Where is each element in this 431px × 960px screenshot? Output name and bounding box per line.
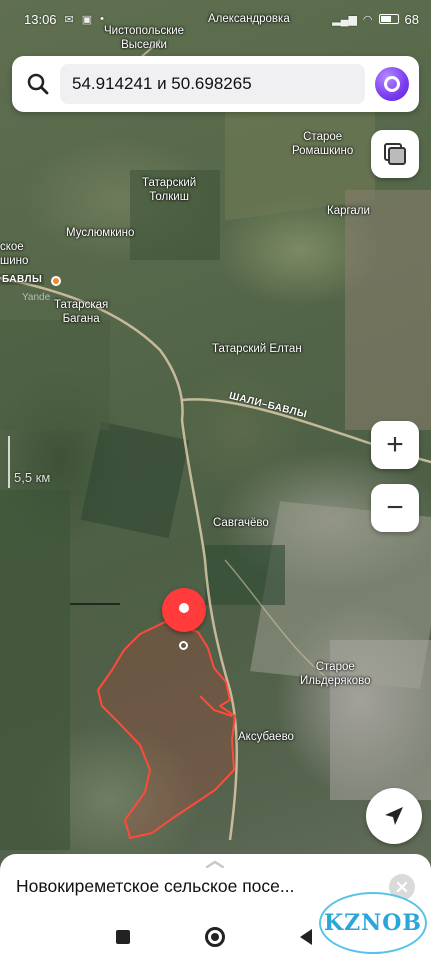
point-anchor [179,641,188,650]
minus-icon: − [386,491,404,524]
scale-label: 5,5 км [14,470,51,485]
search-bar[interactable]: 54.914241 и 50.698265 [12,56,419,112]
battery-fill [380,16,391,22]
place-label[interactable]: Муслюмкино [66,226,134,240]
message-icon: ✉ [64,13,74,26]
map-watermark: Yande [22,292,51,303]
layers-icon [384,143,406,165]
place-label[interactable]: Аксубаево [238,730,294,744]
wifi-icon: ◠ [362,13,373,26]
alice-icon [384,76,400,92]
zoom-out-button[interactable]: − [371,484,419,532]
clock: 13:06 [24,11,57,27]
search-input[interactable]: 54.914241 и 50.698265 [60,64,365,104]
recent-apps-icon[interactable] [116,930,130,944]
my-location-button[interactable] [366,788,422,844]
status-bar: 13:06 ✉ ▣ • ▂▄▆ ◠ 68 [0,0,431,38]
location-pin[interactable] [162,588,206,632]
scale-bar [8,436,10,488]
municipality-boundary[interactable] [97,621,236,839]
signal-icon: ▂▄▆ [332,13,357,26]
close-icon [396,881,408,893]
battery-percent: 68 [404,11,419,27]
plus-icon: + [386,428,404,461]
road-label: БАВЛЫ [0,274,45,285]
place-label[interactable]: Татарская Багана [54,298,108,326]
more-notifications-icon: • [100,13,105,25]
back-icon[interactable] [300,929,312,945]
place-label[interactable]: Савгачёво [213,516,269,530]
search-icon[interactable] [26,72,50,96]
chevron-up-icon[interactable] [205,860,225,868]
watermark-badge: KZNOB [319,892,427,954]
junction-marker [51,276,61,286]
voice-assistant-button[interactable] [375,67,409,101]
place-label[interactable]: Татарский Толкиш [142,176,196,204]
zoom-in-button[interactable]: + [371,421,419,469]
badge-text: KZNOB [323,910,423,936]
pin-dot [179,603,189,613]
navigation-arrow-icon [385,807,403,825]
home-icon[interactable] [205,927,225,947]
place-label[interactable]: Каргали [327,204,370,218]
place-label[interactable]: ское шино [0,240,28,268]
place-label[interactable]: Старое Ильдеряково [300,660,371,688]
battery-icon [378,14,399,24]
layers-button[interactable] [371,130,419,178]
notification-icon: ▣ [81,13,93,26]
place-label[interactable]: Татарский Елтан [212,342,302,356]
place-title[interactable]: Новокиреметское сельское посе... [16,876,366,897]
place-label[interactable]: Старое Ромашкино [292,130,353,158]
